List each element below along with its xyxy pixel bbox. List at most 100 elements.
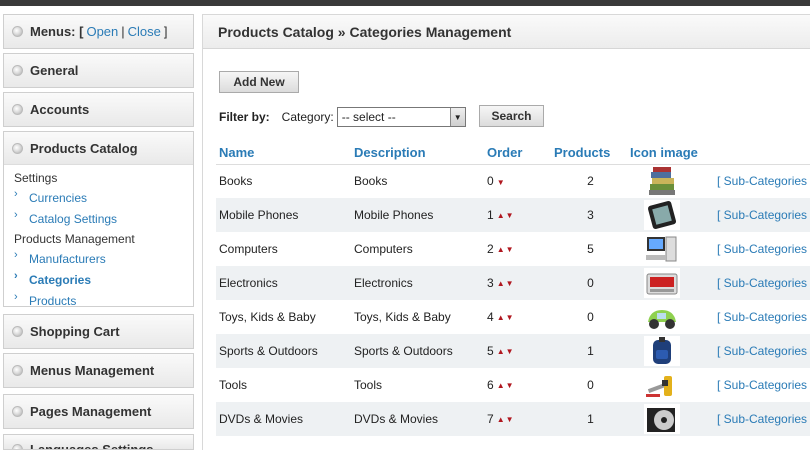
move-down-icon[interactable]: ▼	[506, 347, 515, 356]
cell-icon	[627, 300, 714, 334]
order-value: 5	[487, 344, 494, 358]
bullet-icon	[12, 104, 23, 115]
cell-description: Electronics	[351, 266, 484, 300]
filter-bar: Filter by: Category: -- select -- ▼	[219, 107, 466, 127]
filter-label: Filter by:	[219, 110, 270, 124]
move-down-icon[interactable]: ▼	[506, 245, 515, 254]
open-menus-link[interactable]: Open	[86, 24, 118, 39]
chevron-down-icon[interactable]: ▼	[449, 108, 465, 126]
move-down-icon[interactable]: ▼	[506, 279, 515, 288]
sub-categories-link[interactable]: [ Sub-Categories	[717, 378, 807, 392]
panel-products-catalog: Products Catalog Settings Currencies Cat…	[3, 131, 194, 308]
cell-description: Tools	[354, 378, 383, 392]
cell-products: 2	[587, 174, 594, 189]
move-up-icon[interactable]: ▲	[497, 279, 506, 288]
move-down-icon[interactable]: ▼	[506, 211, 515, 220]
order-value: 3	[487, 276, 494, 290]
category-select[interactable]: -- select -- ▼	[336, 107, 466, 127]
move-up-icon[interactable]: ▲	[497, 211, 506, 220]
menus-separator: |	[121, 24, 125, 39]
cell-actions: [ Sub-Categories	[714, 266, 810, 300]
move-down-icon[interactable]: ▼	[506, 313, 515, 322]
panel-accounts[interactable]: Accounts	[3, 92, 194, 127]
panel-menus-management[interactable]: Menus Management	[3, 353, 194, 388]
order-value: 1	[487, 208, 494, 222]
cell-order: 1 ▲▼	[484, 198, 551, 232]
cell-name: Computers	[219, 242, 278, 256]
tablet-icon	[644, 200, 680, 230]
sub-categories-link[interactable]: [ Sub-Categories	[717, 412, 807, 426]
move-up-icon[interactable]: ▲	[497, 347, 506, 356]
cell-icon	[627, 232, 714, 266]
cell-icon	[627, 402, 714, 436]
sub-categories-link[interactable]: [ Sub-Categories	[717, 174, 807, 188]
backpack-icon	[644, 336, 680, 366]
cell-icon	[627, 198, 714, 232]
bullet-icon	[12, 26, 23, 37]
cell-icon	[627, 368, 714, 402]
order-value: 6	[487, 378, 494, 392]
cell-name: DVDs & Movies	[216, 402, 351, 436]
settings-group-label: Settings	[14, 171, 58, 185]
sidebar-item-currencies[interactable]: Currencies	[14, 184, 193, 209]
sub-categories-link[interactable]: [ Sub-Categories	[717, 310, 807, 324]
panel-languages-settings[interactable]: Languages Settings	[3, 434, 194, 450]
col-description[interactable]: Description	[351, 142, 484, 165]
sub-categories-link[interactable]: [ Sub-Categories	[717, 344, 807, 358]
move-down-icon[interactable]: ▼	[497, 178, 506, 187]
cell-name: Electronics	[216, 266, 351, 300]
top-bar	[0, 0, 810, 6]
cell-description: Mobile Phones	[351, 198, 484, 232]
close-menus-link[interactable]: Close	[128, 24, 161, 39]
cell-description: DVDs & Movies	[351, 402, 484, 436]
menus-panel-head: Menus: [ Open | Close ]	[4, 15, 193, 48]
sub-categories-link[interactable]: [ Sub-Categories	[717, 208, 807, 222]
cell-order: 3 ▲▼	[484, 266, 551, 300]
col-products[interactable]: Products	[551, 142, 627, 165]
cell-products: 3	[551, 198, 627, 232]
table-row: Sports & Outdoors Sports & Outdoors 5 ▲▼ 1[ …	[216, 334, 810, 368]
panel-shopping-cart[interactable]: Shopping Cart	[3, 314, 194, 349]
panel-general-label: General	[30, 63, 79, 78]
page-title: Products Catalog » Categories Management	[203, 15, 810, 49]
sub-categories-link[interactable]: [ Sub-Categories	[717, 276, 807, 290]
panel-products-catalog-head[interactable]: Products Catalog	[4, 132, 193, 165]
move-up-icon[interactable]: ▲	[497, 381, 506, 390]
search-button[interactable]: Search	[479, 105, 544, 127]
cell-products: 0	[587, 378, 594, 392]
dvd-icon	[644, 404, 680, 434]
sub-categories-link[interactable]: [ Sub-Categories	[717, 242, 807, 256]
computer-icon	[644, 234, 680, 264]
table-row: Books Books 0 ▼ 2 [ Sub-Categories	[216, 164, 810, 198]
move-up-icon[interactable]: ▲	[497, 245, 506, 254]
sidebar-item-catalog-settings[interactable]: Catalog Settings	[14, 205, 193, 230]
bullet-icon	[12, 142, 23, 154]
move-down-icon[interactable]: ▼	[506, 415, 515, 424]
catalog-submenu: Settings Currencies Catalog Settings Pro…	[4, 165, 193, 316]
cell-name: Mobile Phones	[216, 198, 351, 232]
col-order[interactable]: Order	[484, 142, 551, 165]
move-up-icon[interactable]: ▲	[497, 415, 506, 424]
move-up-icon[interactable]: ▲	[497, 313, 506, 322]
cell-products: 1	[551, 334, 627, 368]
category-select-value: -- select --	[341, 110, 396, 124]
panel-products-catalog-label: Products Catalog	[30, 140, 138, 156]
table-row: Computers Computers 2 ▲▼ 5 [ Sub-Categories	[216, 232, 810, 266]
panel-general[interactable]: General	[3, 53, 194, 88]
sidebar-item-manufacturers[interactable]: Manufacturers	[14, 245, 193, 270]
panel-accounts-label: Accounts	[30, 102, 90, 117]
bullet-icon	[12, 65, 23, 76]
cell-name: Books	[219, 174, 253, 189]
panel-pages-management[interactable]: Pages Management	[3, 394, 194, 429]
cell-products: 0	[551, 266, 627, 300]
bullet-icon	[12, 406, 23, 417]
col-name[interactable]: Name	[216, 142, 351, 165]
add-new-button[interactable]: Add New	[219, 71, 299, 93]
sidebar-item-products[interactable]: Products	[14, 287, 193, 312]
col-icon-image: Icon image	[627, 142, 714, 165]
cell-order: 6 ▲▼	[484, 368, 551, 402]
move-down-icon[interactable]: ▼	[506, 381, 515, 390]
panel-pages-management-label: Pages Management	[30, 404, 152, 419]
sidebar-item-categories[interactable]: Categories	[14, 266, 193, 291]
cell-order: 0 ▼	[484, 164, 551, 198]
